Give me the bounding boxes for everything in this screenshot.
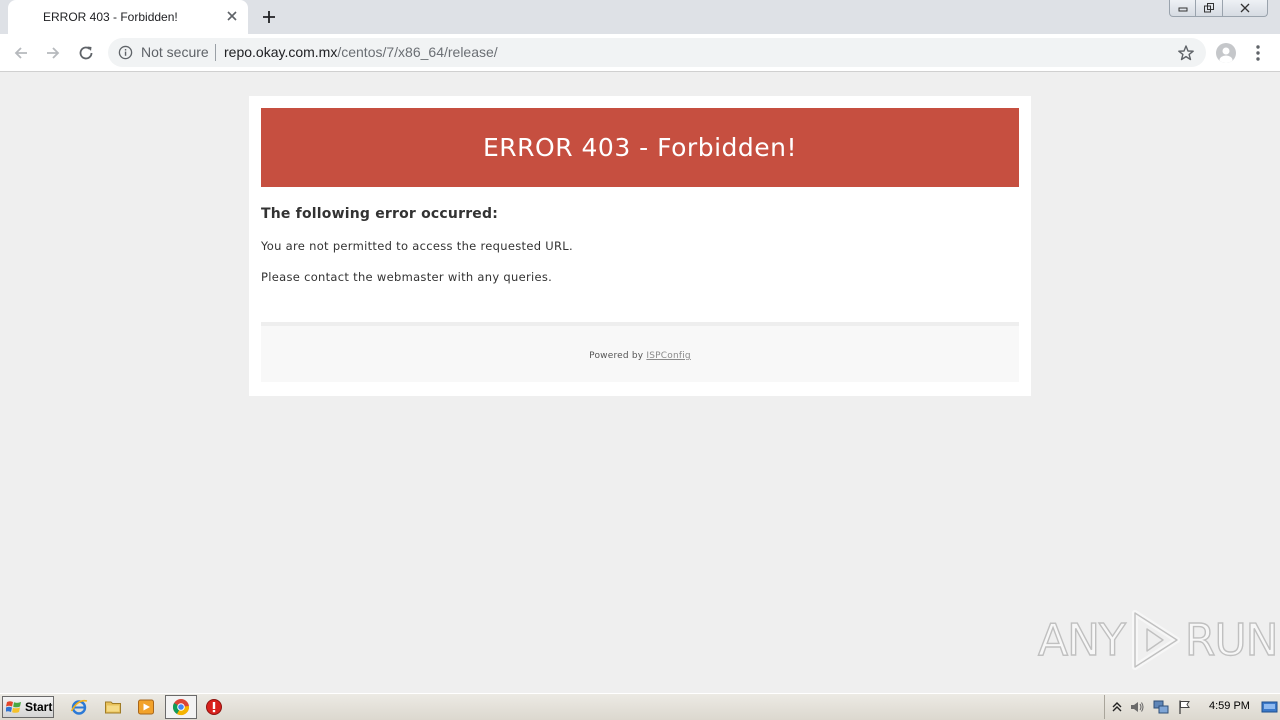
powered-by-prefix: Powered by: [589, 351, 647, 361]
chrome-taskbar-button[interactable]: [165, 695, 197, 719]
profile-icon[interactable]: [1216, 43, 1236, 63]
browser-toolbar: Not secure repo.okay.com.mx/centos/7/x86…: [0, 34, 1280, 72]
tab-title: ERROR 403 - Forbidden!: [43, 10, 178, 24]
reload-button[interactable]: [76, 43, 96, 63]
show-hidden-icons-icon[interactable]: [1109, 699, 1125, 715]
close-icon[interactable]: [224, 8, 240, 24]
forward-button[interactable]: [43, 43, 63, 63]
window-controls: [1169, 0, 1268, 18]
watermark-left-text: ANY: [1037, 614, 1126, 666]
error-message: You are not permitted to access the requ…: [261, 239, 573, 253]
back-arrow-icon: [14, 47, 27, 59]
contact-message: Please contact the webmaster with any qu…: [261, 270, 553, 284]
taskbar-clock[interactable]: 4:59 PM: [1209, 700, 1250, 712]
restore-icon: [1204, 3, 1214, 13]
network-icon[interactable]: [1153, 699, 1169, 715]
back-button[interactable]: [11, 43, 31, 63]
watermark-right-text: RUN: [1184, 614, 1279, 666]
browser-tab[interactable]: ERROR 403 - Forbidden!: [8, 0, 248, 34]
window-close-button[interactable]: [1223, 0, 1268, 17]
error-subheading: The following error occurred:: [261, 206, 499, 222]
error-banner: ERROR 403 - Forbidden!: [261, 108, 1019, 187]
error-card: ERROR 403 - Forbidden! The following err…: [249, 96, 1031, 396]
error-title: ERROR 403 - Forbidden!: [482, 133, 798, 162]
kebab-menu-icon[interactable]: [1252, 43, 1264, 63]
windows-taskbar: Start 4:59 PM: [0, 693, 1280, 720]
window-close-icon: [1240, 3, 1250, 13]
system-tray: 4:59 PM: [1104, 695, 1280, 719]
start-button[interactable]: Start: [2, 696, 54, 718]
play-icon: [1131, 610, 1180, 670]
security-label[interactable]: Not secure: [141, 44, 209, 60]
anyrun-watermark: ANY RUN: [1037, 608, 1279, 672]
minimize-icon: [1178, 7, 1187, 12]
stop-icon[interactable]: [205, 698, 223, 716]
powered-by: Powered by ISPConfig: [261, 351, 1019, 361]
reload-icon: [79, 46, 93, 60]
folder-icon[interactable]: [104, 698, 122, 716]
restore-button[interactable]: [1196, 0, 1223, 17]
profile-silhouette: [1219, 47, 1233, 63]
page-footer: Powered by ISPConfig: [261, 322, 1019, 382]
url-text[interactable]: repo.okay.com.mx/centos/7/x86_64/release…: [224, 44, 498, 60]
forward-arrow-icon: [47, 47, 60, 59]
chrome-icon: [172, 699, 189, 716]
action-center-flag-icon[interactable]: [1177, 699, 1193, 715]
windows-logo-icon: [6, 701, 21, 713]
internet-explorer-icon[interactable]: [70, 698, 88, 716]
ispconfig-link[interactable]: ISPConfig: [646, 351, 690, 361]
address-bar[interactable]: Not secure repo.okay.com.mx/centos/7/x86…: [108, 38, 1206, 67]
star-icon[interactable]: [1177, 44, 1195, 62]
media-player-icon[interactable]: [137, 698, 155, 716]
minimize-button[interactable]: [1169, 0, 1196, 17]
url-path: /centos/7/x86_64/release/: [337, 44, 498, 60]
info-icon[interactable]: [118, 45, 133, 60]
volume-icon[interactable]: [1129, 699, 1145, 715]
plus-icon[interactable]: [260, 8, 278, 26]
show-desktop-icon[interactable]: [1261, 699, 1278, 715]
start-label: Start: [25, 700, 53, 714]
address-divider: [215, 44, 216, 61]
url-host: repo.okay.com.mx: [224, 44, 338, 60]
tab-strip: ERROR 403 - Forbidden!: [0, 0, 1280, 34]
